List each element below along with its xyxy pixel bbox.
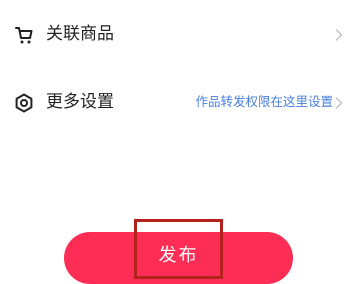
publish-button[interactable]: 发布 [64,232,293,284]
cart-icon [15,27,33,44]
forwarding-permission-hint: 作品转发权限在这里设置 [195,94,333,109]
related-products-row[interactable]: 关联商品 [0,14,357,54]
more-settings-label: 更多设置 [46,92,114,112]
chevron-right-icon [335,29,343,41]
publish-button-label: 发布 [158,245,199,265]
settings-icon [15,93,33,113]
chevron-right-icon [335,97,343,109]
related-products-label: 关联商品 [46,24,114,44]
more-settings-row[interactable]: 更多设置 作品转发权限在这里设置 [0,82,357,122]
